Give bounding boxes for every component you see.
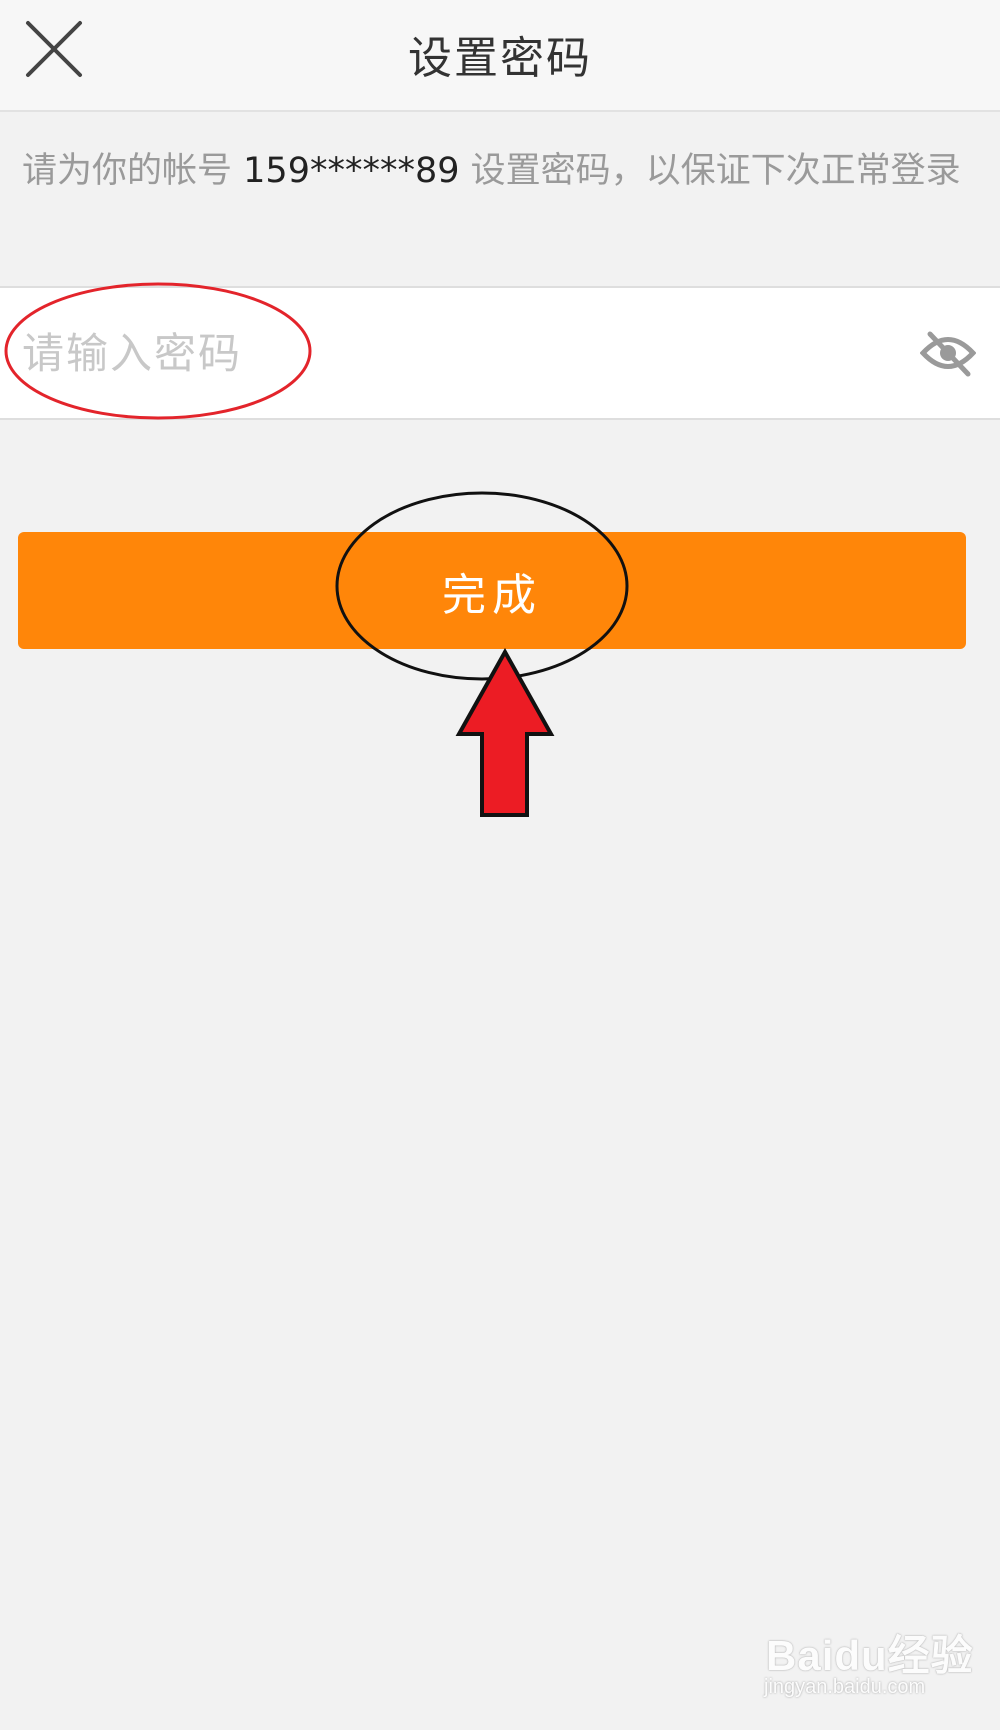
password-input[interactable] [22,318,882,388]
watermark-logo-text: Baidu经验 [766,1632,974,1679]
masked-account-number: 159******89 [243,151,460,191]
password-visibility-toggle[interactable] [919,328,977,378]
eye-off-icon [919,331,977,377]
watermark-url: jingyan.baidu.com [764,1676,926,1698]
description-prefix: 请为你的帐号 [22,151,233,191]
done-button[interactable]: 完成 [18,532,966,649]
password-row [0,286,1000,420]
account-description: 请为你的帐号 159******89 设置密码，以保证下次正常登录 [22,150,962,192]
page-title: 设置密码 [408,33,592,84]
baidu-watermark: Baidu经验 jingyan.baidu.com [760,1620,980,1710]
description-suffix: 设置密码，以保证下次正常登录 [470,151,961,191]
top-bar: 设置密码 [0,0,1000,112]
red-up-arrow [455,647,555,817]
annotation-overlay [4,282,629,817]
